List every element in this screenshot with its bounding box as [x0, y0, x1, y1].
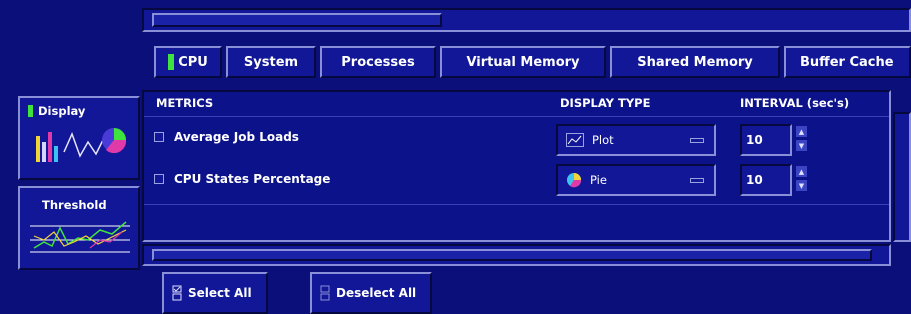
metrics-header: METRICS [156, 96, 214, 110]
dropdown-indicator-icon [690, 178, 704, 183]
tab-shared-memory[interactable]: Shared Memory [610, 46, 780, 78]
threshold-button[interactable]: Threshold [18, 186, 140, 270]
display-type-value: Plot [592, 133, 614, 147]
selected-marker [168, 54, 175, 70]
display-type-value: Pie [590, 173, 607, 187]
threshold-chart-icon [30, 221, 130, 253]
tab-system[interactable]: System [226, 46, 316, 78]
deselect-all-button[interactable]: Deselect All [310, 272, 432, 314]
pie-icon [567, 173, 582, 188]
display-type-dropdown-1[interactable]: Plot [556, 124, 716, 156]
top-scrollbar-thumb[interactable] [152, 13, 442, 27]
metric-row-1[interactable]: Average Job Loads [154, 130, 299, 144]
bottom-scrollbar[interactable] [142, 244, 891, 266]
selected-marker [28, 105, 33, 117]
display-label-row: Display [28, 104, 85, 118]
select-all-button[interactable]: Select All [162, 272, 268, 314]
tab-buffer-cache[interactable]: Buffer Cache [784, 46, 911, 78]
metric-row-2[interactable]: CPU States Percentage [154, 172, 330, 186]
row-divider [144, 204, 889, 205]
interval-up-arrow-icon[interactable]: ▲ [796, 126, 807, 137]
interval-down-arrow-icon[interactable]: ▼ [796, 180, 807, 191]
interval-input-2[interactable]: 10 [740, 164, 792, 196]
interval-value: 10 [746, 173, 763, 187]
tab-cpu[interactable]: CPU [154, 46, 222, 78]
metric-checkbox[interactable] [154, 132, 164, 142]
interval-down-arrow-icon[interactable]: ▼ [796, 140, 807, 151]
right-scrollbar[interactable] [893, 112, 911, 242]
checkbox-empty-icon [320, 285, 330, 301]
threshold-label: Threshold [42, 198, 107, 212]
tab-virtual-memory[interactable]: Virtual Memory [440, 46, 606, 78]
bottom-scrollbar-thumb[interactable] [152, 249, 872, 261]
interval-input-1[interactable]: 10 [740, 124, 792, 156]
display-type-dropdown-2[interactable]: Pie [556, 164, 716, 196]
metric-label: CPU States Percentage [174, 172, 331, 186]
interval-value: 10 [746, 133, 763, 147]
interval-header: INTERVAL (sec's) [740, 96, 850, 110]
dropdown-indicator-icon [690, 138, 704, 143]
plot-icon [566, 133, 584, 147]
display-button[interactable]: Display [18, 96, 140, 180]
interval-up-arrow-icon[interactable]: ▲ [796, 166, 807, 177]
checkbox-checked-icon [172, 285, 182, 301]
select-all-label: Select All [188, 286, 252, 300]
tab-processes[interactable]: Processes [320, 46, 436, 78]
display-type-header: DISPLAY TYPE [560, 96, 651, 110]
metric-label: Average Job Loads [174, 130, 299, 144]
top-scrollbar[interactable] [142, 8, 911, 32]
metrics-panel: METRICS DISPLAY TYPE INTERVAL (sec's) Av… [142, 90, 891, 242]
display-chart-icon [36, 128, 127, 162]
deselect-all-label: Deselect All [336, 286, 417, 300]
metric-checkbox[interactable] [154, 174, 164, 184]
header-divider [144, 116, 889, 117]
